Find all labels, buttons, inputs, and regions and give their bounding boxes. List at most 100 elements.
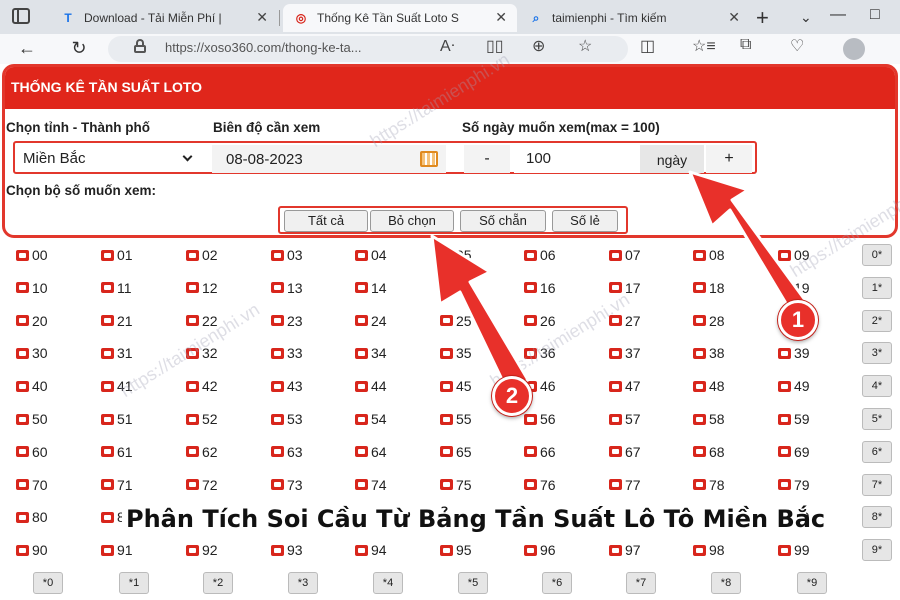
number-checkbox[interactable]: 01 xyxy=(101,245,133,265)
checkbox-checked-icon[interactable] xyxy=(271,315,284,327)
number-checkbox[interactable]: 30 xyxy=(16,343,48,363)
number-checkbox[interactable]: 52 xyxy=(186,409,218,429)
close-icon[interactable]: ✕ xyxy=(728,9,740,26)
number-checkbox[interactable]: 94 xyxy=(355,540,387,560)
row-select-button[interactable]: 6* xyxy=(862,440,892,463)
number-checkbox[interactable]: 41 xyxy=(101,376,133,396)
checkbox-checked-icon[interactable] xyxy=(16,315,29,327)
number-checkbox[interactable]: 09 xyxy=(778,245,810,265)
column-select-button[interactable]: *8 xyxy=(711,572,741,594)
number-checkbox[interactable]: 02 xyxy=(186,245,218,265)
checkbox-checked-icon[interactable] xyxy=(440,380,453,392)
checkbox-checked-icon[interactable] xyxy=(524,446,537,458)
number-checkbox[interactable]: 43 xyxy=(271,376,303,396)
row-select-button[interactable]: 0* xyxy=(862,244,892,266)
number-checkbox[interactable]: 13 xyxy=(271,278,303,298)
checkbox-checked-icon[interactable] xyxy=(355,544,368,556)
checkbox-checked-icon[interactable] xyxy=(609,282,622,294)
checkbox-checked-icon[interactable] xyxy=(355,479,368,491)
checkbox-checked-icon[interactable] xyxy=(271,347,284,359)
number-checkbox[interactable]: 47 xyxy=(609,376,641,396)
number-checkbox[interactable]: 22 xyxy=(186,311,218,331)
checkbox-checked-icon[interactable] xyxy=(355,315,368,327)
checkbox-checked-icon[interactable] xyxy=(186,413,199,425)
number-checkbox[interactable]: 37 xyxy=(609,343,641,363)
checkbox-checked-icon[interactable] xyxy=(778,544,791,556)
number-checkbox[interactable]: 16 xyxy=(524,278,556,298)
column-select-button[interactable]: *7 xyxy=(626,572,656,594)
checkbox-checked-icon[interactable] xyxy=(16,380,29,392)
number-checkbox[interactable]: 12 xyxy=(186,278,218,298)
select-all-button[interactable]: Tất cả xyxy=(284,210,368,232)
checkbox-checked-icon[interactable] xyxy=(440,347,453,359)
number-checkbox[interactable]: 31 xyxy=(101,343,133,363)
checkbox-checked-icon[interactable] xyxy=(524,249,537,261)
number-checkbox[interactable]: 32 xyxy=(186,343,218,363)
even-numbers-button[interactable]: Số chẵn xyxy=(460,210,546,232)
close-icon[interactable]: ✕ xyxy=(495,9,507,26)
checkbox-checked-icon[interactable] xyxy=(101,282,114,294)
checkbox-checked-icon[interactable] xyxy=(355,413,368,425)
row-select-button[interactable]: 4* xyxy=(862,375,892,398)
favorites-list-icon[interactable]: ☆≡ xyxy=(692,36,716,56)
number-checkbox[interactable]: 80 xyxy=(16,507,48,527)
number-checkbox[interactable]: 65 xyxy=(440,442,472,462)
number-checkbox[interactable]: 40 xyxy=(16,376,48,396)
tab-actions-icon[interactable] xyxy=(12,8,30,24)
deselect-button[interactable]: Bỏ chọn xyxy=(370,210,454,232)
checkbox-checked-icon[interactable] xyxy=(524,347,537,359)
number-checkbox[interactable]: 21 xyxy=(101,311,133,331)
checkbox-checked-icon[interactable] xyxy=(524,413,537,425)
checkbox-checked-icon[interactable] xyxy=(186,479,199,491)
number-checkbox[interactable]: 62 xyxy=(186,442,218,462)
checkbox-checked-icon[interactable] xyxy=(355,282,368,294)
number-checkbox[interactable]: 68 xyxy=(693,442,725,462)
checkbox-checked-icon[interactable] xyxy=(101,315,114,327)
tab-search[interactable]: ⌕ taimienphi - Tìm kiếm ✕ xyxy=(518,4,750,32)
number-checkbox[interactable]: 05 xyxy=(440,245,472,265)
number-checkbox[interactable]: 48 xyxy=(693,376,725,396)
number-checkbox[interactable]: 11 xyxy=(101,278,132,298)
collections-icon[interactable]: ⧉ xyxy=(740,36,751,54)
checkbox-checked-icon[interactable] xyxy=(609,315,622,327)
chevron-down-icon[interactable]: ⌄ xyxy=(800,9,812,26)
zoom-icon[interactable]: ⊕ xyxy=(532,36,545,56)
checkbox-checked-icon[interactable] xyxy=(693,413,706,425)
checkbox-checked-icon[interactable] xyxy=(524,544,537,556)
row-select-button[interactable]: 8* xyxy=(862,506,892,529)
maximize-icon[interactable]: □ xyxy=(870,6,880,24)
number-checkbox[interactable]: 63 xyxy=(271,442,303,462)
checkbox-checked-icon[interactable] xyxy=(186,282,199,294)
number-checkbox[interactable]: 54 xyxy=(355,409,387,429)
checkbox-checked-icon[interactable] xyxy=(778,479,791,491)
checkbox-checked-icon[interactable] xyxy=(440,479,453,491)
checkbox-checked-icon[interactable] xyxy=(693,479,706,491)
minimize-icon[interactable]: — xyxy=(830,6,846,24)
checkbox-checked-icon[interactable] xyxy=(609,380,622,392)
url-text[interactable]: https://xoso360.com/thong-ke-ta... xyxy=(165,40,362,55)
number-checkbox[interactable]: 14 xyxy=(355,278,387,298)
number-checkbox[interactable]: 45 xyxy=(440,376,472,396)
close-icon[interactable]: ✕ xyxy=(256,9,268,26)
number-checkbox[interactable]: 03 xyxy=(271,245,303,265)
column-select-button[interactable]: *1 xyxy=(119,572,149,594)
checkbox-checked-icon[interactable] xyxy=(778,282,791,294)
checkbox-checked-icon[interactable] xyxy=(440,315,453,327)
split-screen-icon[interactable]: ◫ xyxy=(640,36,655,56)
checkbox-checked-icon[interactable] xyxy=(271,282,284,294)
number-checkbox[interactable]: 42 xyxy=(186,376,218,396)
column-select-button[interactable]: *6 xyxy=(542,572,572,594)
checkbox-checked-icon[interactable] xyxy=(186,315,199,327)
checkbox-checked-icon[interactable] xyxy=(186,544,199,556)
number-checkbox[interactable]: 90 xyxy=(16,540,48,560)
row-select-button[interactable]: 5* xyxy=(862,408,892,430)
row-select-button[interactable]: 9* xyxy=(862,539,892,562)
checkbox-checked-icon[interactable] xyxy=(778,347,791,359)
number-checkbox[interactable]: 78 xyxy=(693,475,725,495)
number-checkbox[interactable]: 50 xyxy=(16,409,48,429)
column-select-button[interactable]: *2 xyxy=(203,572,233,594)
number-checkbox[interactable]: 73 xyxy=(271,475,303,495)
number-checkbox[interactable]: 59 xyxy=(778,409,810,429)
column-select-button[interactable]: *0 xyxy=(33,572,63,594)
column-select-button[interactable]: *4 xyxy=(373,572,403,594)
